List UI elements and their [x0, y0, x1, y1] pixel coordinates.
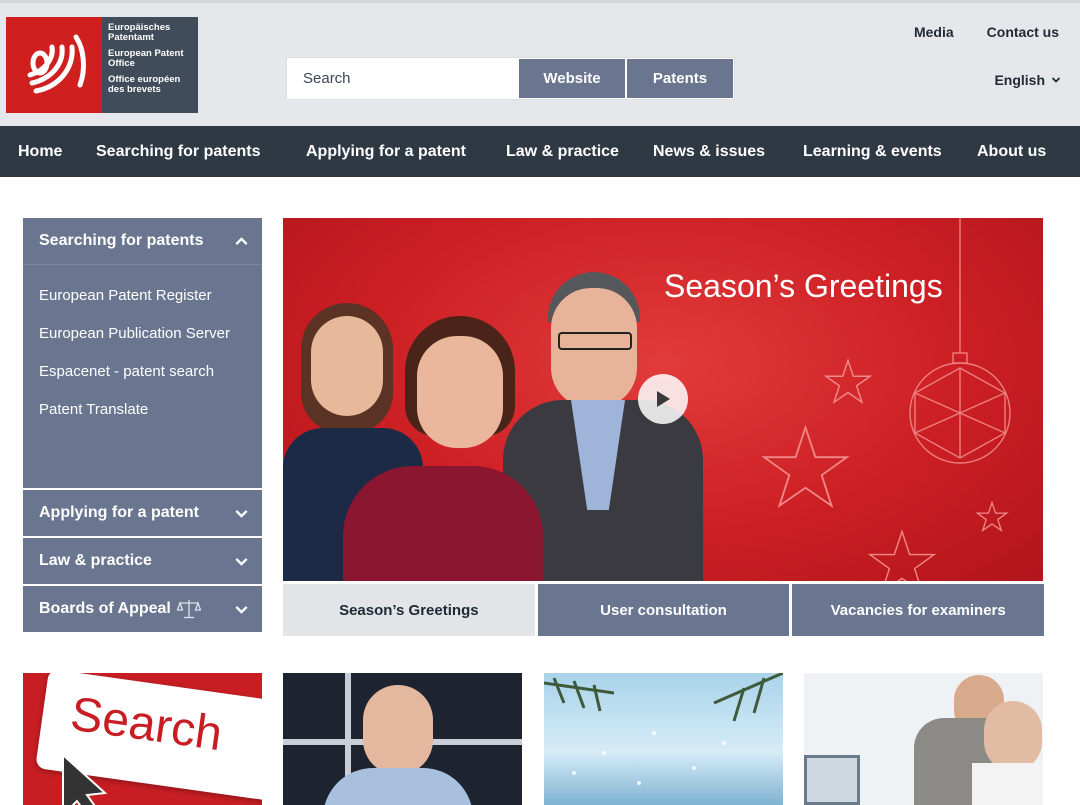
- person-photo: [363, 685, 433, 775]
- chevron-down-icon: [1051, 77, 1061, 83]
- person-seated-shirt: [972, 763, 1043, 805]
- epo-logo-wordmark: Europäisches Patentamt European Patent O…: [102, 17, 198, 113]
- chevron-down-icon: [235, 605, 248, 614]
- nav-about-us[interactable]: About us: [977, 143, 1046, 161]
- search-input[interactable]: [287, 58, 519, 99]
- chevron-up-icon: [235, 236, 248, 245]
- epo-logo[interactable]: Europäisches Patentamt European Patent O…: [6, 17, 198, 113]
- star-icon: [975, 501, 1009, 533]
- logo-text-de: Europäisches Patentamt: [108, 22, 171, 43]
- language-selector[interactable]: English: [994, 72, 1061, 88]
- sidebar-section-searching[interactable]: Searching for patents: [23, 218, 262, 264]
- scales-icon: [176, 600, 201, 619]
- nav-applying-for-a-patent[interactable]: Applying for a patent: [306, 143, 466, 161]
- language-label: English: [994, 72, 1045, 88]
- star-icon: [761, 424, 850, 509]
- nav-law-and-practice[interactable]: Law & practice: [506, 143, 619, 161]
- sidebar-link-list: European Patent Register European Public…: [23, 264, 262, 488]
- tile-meeting-photo[interactable]: [804, 673, 1043, 805]
- pine-branches-icon: [544, 673, 783, 785]
- sidebar-section-boards-of-appeal[interactable]: Boards of Appeal: [23, 586, 262, 632]
- hero-tabs: Season’s Greetings User consultation Vac…: [283, 584, 1045, 636]
- sidebar-section-label: Boards of Appeal: [39, 600, 171, 617]
- sidebar-section-law[interactable]: Law & practice: [23, 538, 262, 584]
- section-sidebar: Searching for patents European Patent Re…: [23, 218, 262, 632]
- search-website-button[interactable]: Website: [519, 59, 625, 98]
- contact-us-link[interactable]: Contact us: [987, 24, 1059, 40]
- nav-home[interactable]: Home: [18, 143, 62, 161]
- logo-text-en: European Patent Office: [108, 48, 184, 69]
- star-icon: [823, 358, 873, 404]
- logo-text-fr: Office européen des brevets: [108, 74, 181, 95]
- chevron-down-icon: [235, 557, 248, 566]
- tile-search[interactable]: Search: [23, 673, 262, 805]
- hero-tab-vacancies[interactable]: Vacancies for examiners: [792, 584, 1045, 636]
- media-link[interactable]: Media: [914, 24, 954, 40]
- sidebar-link-patent-register[interactable]: European Patent Register: [23, 287, 262, 325]
- play-icon: [657, 391, 670, 407]
- utility-links: Media Contact us: [914, 24, 1059, 40]
- star-icon: [867, 529, 937, 581]
- hero-tab-seasons-greetings[interactable]: Season’s Greetings: [283, 584, 535, 636]
- nav-news-and-issues[interactable]: News & issues: [653, 143, 765, 161]
- sidebar-section-applying[interactable]: Applying for a patent: [23, 490, 262, 536]
- play-button[interactable]: [638, 374, 688, 424]
- tile-winter-photo[interactable]: [544, 673, 783, 805]
- hero-tab-user-consultation[interactable]: User consultation: [537, 584, 790, 636]
- sidebar-link-publication-server[interactable]: European Publication Server: [23, 325, 262, 363]
- sidebar-section-label: Applying for a patent: [39, 504, 199, 521]
- monitor-screen: [804, 755, 860, 805]
- tile-person-photo[interactable]: [283, 673, 522, 805]
- sidebar-link-espacenet[interactable]: Espacenet - patent search: [23, 363, 262, 401]
- sidebar-section-label: Law & practice: [39, 552, 152, 569]
- search-patents-button[interactable]: Patents: [627, 59, 733, 98]
- sidebar-link-patent-translate[interactable]: Patent Translate: [23, 401, 262, 439]
- main-navigation: Home Searching for patents Applying for …: [0, 126, 1080, 177]
- epo-logo-mark-icon: [6, 17, 102, 113]
- hero-banner[interactable]: Season’s Greetings: [283, 218, 1043, 581]
- person-center: [343, 316, 543, 581]
- sidebar-section-label: Searching for patents: [39, 232, 204, 249]
- nav-learning-and-events[interactable]: Learning & events: [803, 143, 942, 161]
- chevron-down-icon: [235, 509, 248, 518]
- cursor-arrow-icon: [62, 752, 108, 805]
- search-bar: Website Patents: [286, 57, 735, 100]
- nav-searching-for-patents[interactable]: Searching for patents: [96, 143, 260, 161]
- hero-title: Season’s Greetings: [664, 268, 943, 304]
- sidebar-section-label-wrap: Boards of Appeal: [39, 598, 201, 620]
- site-header: Europäisches Patentamt European Patent O…: [0, 0, 1080, 126]
- person-seated: [984, 701, 1042, 771]
- christmas-ornament-icon: [909, 218, 1011, 464]
